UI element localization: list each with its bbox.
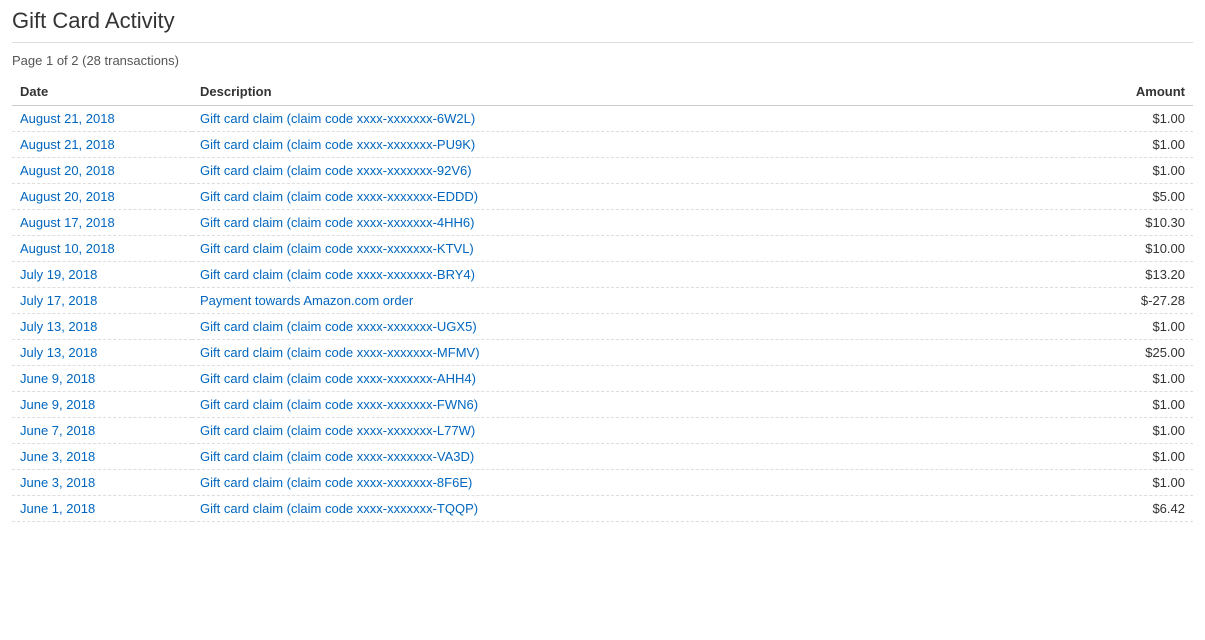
- header-description: Description: [192, 78, 1073, 106]
- cell-amount: $10.00: [1073, 236, 1193, 262]
- table-row: June 3, 2018Gift card claim (claim code …: [12, 470, 1193, 496]
- cell-date: June 7, 2018: [12, 418, 192, 444]
- table-row: August 20, 2018Gift card claim (claim co…: [12, 158, 1193, 184]
- header-date: Date: [12, 78, 192, 106]
- cell-amount: $5.00: [1073, 184, 1193, 210]
- cell-date: June 3, 2018: [12, 470, 192, 496]
- pagination-info: Page 1 of 2 (28 transactions): [12, 53, 1193, 68]
- table-row: July 13, 2018Gift card claim (claim code…: [12, 340, 1193, 366]
- table-row: July 19, 2018Gift card claim (claim code…: [12, 262, 1193, 288]
- cell-amount: $1.00: [1073, 158, 1193, 184]
- cell-date: July 13, 2018: [12, 340, 192, 366]
- cell-date: June 1, 2018: [12, 496, 192, 522]
- cell-date: June 9, 2018: [12, 366, 192, 392]
- cell-date: August 21, 2018: [12, 106, 192, 132]
- cell-amount: $1.00: [1073, 444, 1193, 470]
- cell-description: Gift card claim (claim code xxxx-xxxxxxx…: [192, 132, 1073, 158]
- cell-description: Gift card claim (claim code xxxx-xxxxxxx…: [192, 262, 1073, 288]
- cell-date: June 3, 2018: [12, 444, 192, 470]
- cell-amount: $1.00: [1073, 132, 1193, 158]
- cell-date: July 17, 2018: [12, 288, 192, 314]
- cell-amount: $10.30: [1073, 210, 1193, 236]
- table-row: August 17, 2018Gift card claim (claim co…: [12, 210, 1193, 236]
- cell-date: August 10, 2018: [12, 236, 192, 262]
- cell-amount: $25.00: [1073, 340, 1193, 366]
- table-row: June 1, 2018Gift card claim (claim code …: [12, 496, 1193, 522]
- cell-description: Gift card claim (claim code xxxx-xxxxxxx…: [192, 210, 1073, 236]
- cell-amount: $1.00: [1073, 418, 1193, 444]
- cell-date: August 17, 2018: [12, 210, 192, 236]
- cell-amount: $1.00: [1073, 314, 1193, 340]
- cell-description: Gift card claim (claim code xxxx-xxxxxxx…: [192, 340, 1073, 366]
- cell-description: Gift card claim (claim code xxxx-xxxxxxx…: [192, 418, 1073, 444]
- table-row: August 21, 2018Gift card claim (claim co…: [12, 132, 1193, 158]
- cell-amount: $1.00: [1073, 392, 1193, 418]
- cell-date: August 21, 2018: [12, 132, 192, 158]
- cell-amount: $1.00: [1073, 470, 1193, 496]
- table-row: June 9, 2018Gift card claim (claim code …: [12, 392, 1193, 418]
- cell-date: June 9, 2018: [12, 392, 192, 418]
- page-title: Gift Card Activity: [12, 8, 1193, 43]
- cell-date: August 20, 2018: [12, 184, 192, 210]
- cell-description: Gift card claim (claim code xxxx-xxxxxxx…: [192, 158, 1073, 184]
- cell-description: Gift card claim (claim code xxxx-xxxxxxx…: [192, 444, 1073, 470]
- cell-amount: $-27.28: [1073, 288, 1193, 314]
- table-row: June 3, 2018Gift card claim (claim code …: [12, 444, 1193, 470]
- cell-description: Gift card claim (claim code xxxx-xxxxxxx…: [192, 106, 1073, 132]
- table-row: June 9, 2018Gift card claim (claim code …: [12, 366, 1193, 392]
- table-row: July 17, 2018Payment towards Amazon.com …: [12, 288, 1193, 314]
- cell-amount: $6.42: [1073, 496, 1193, 522]
- cell-description: Gift card claim (claim code xxxx-xxxxxxx…: [192, 392, 1073, 418]
- cell-description: Gift card claim (claim code xxxx-xxxxxxx…: [192, 496, 1073, 522]
- table-row: August 10, 2018Gift card claim (claim co…: [12, 236, 1193, 262]
- table-row: June 7, 2018Gift card claim (claim code …: [12, 418, 1193, 444]
- cell-description: Gift card claim (claim code xxxx-xxxxxxx…: [192, 470, 1073, 496]
- cell-description: Gift card claim (claim code xxxx-xxxxxxx…: [192, 366, 1073, 392]
- header-amount: Amount: [1073, 78, 1193, 106]
- cell-date: August 20, 2018: [12, 158, 192, 184]
- transactions-table: Date Description Amount August 21, 2018G…: [12, 78, 1193, 522]
- table-row: August 20, 2018Gift card claim (claim co…: [12, 184, 1193, 210]
- cell-amount: $1.00: [1073, 366, 1193, 392]
- cell-description: Gift card claim (claim code xxxx-xxxxxxx…: [192, 314, 1073, 340]
- table-row: August 21, 2018Gift card claim (claim co…: [12, 106, 1193, 132]
- table-row: July 13, 2018Gift card claim (claim code…: [12, 314, 1193, 340]
- cell-date: July 19, 2018: [12, 262, 192, 288]
- cell-description: Payment towards Amazon.com order: [192, 288, 1073, 314]
- cell-amount: $1.00: [1073, 106, 1193, 132]
- cell-description: Gift card claim (claim code xxxx-xxxxxxx…: [192, 236, 1073, 262]
- cell-description: Gift card claim (claim code xxxx-xxxxxxx…: [192, 184, 1073, 210]
- cell-date: July 13, 2018: [12, 314, 192, 340]
- cell-amount: $13.20: [1073, 262, 1193, 288]
